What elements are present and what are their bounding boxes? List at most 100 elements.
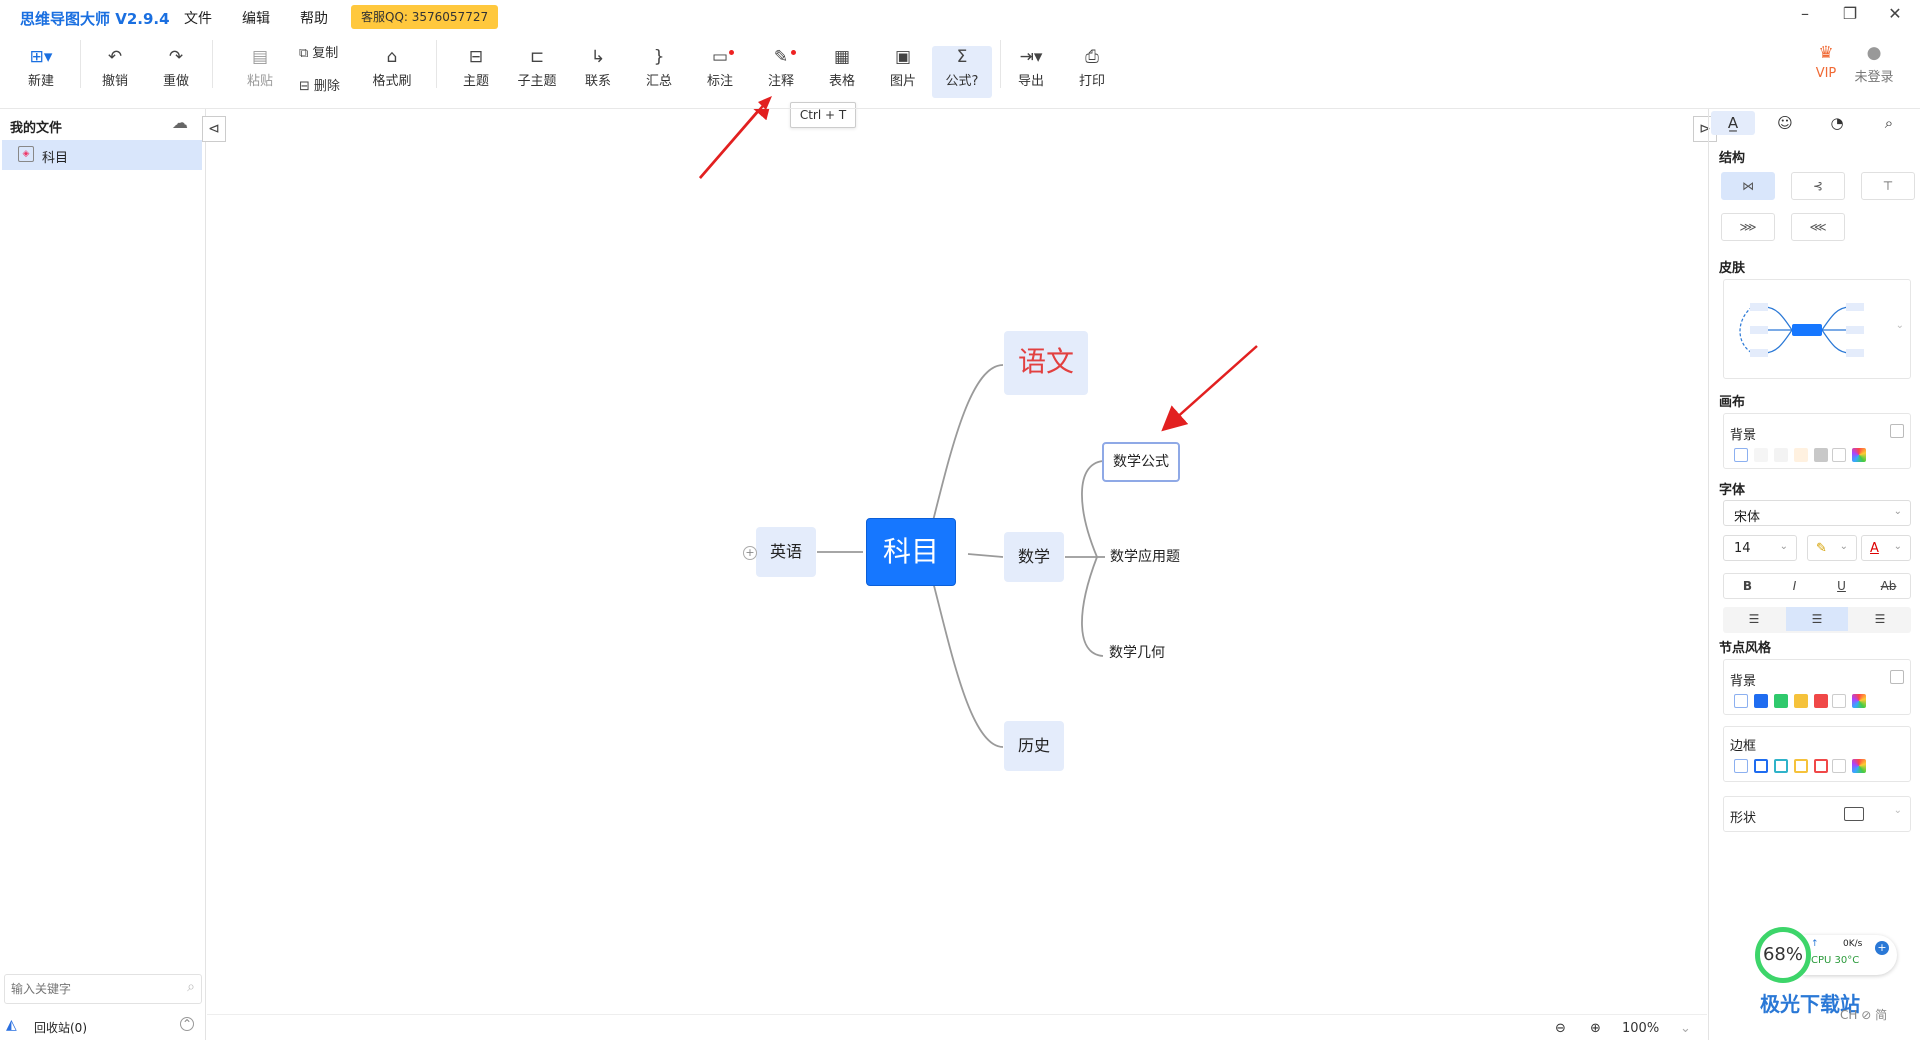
canvas-color-4[interactable]: [1814, 448, 1828, 462]
no-color-swatch[interactable]: [1832, 759, 1846, 773]
font-family-select[interactable]: 宋体 ⌄: [1723, 500, 1911, 526]
border-color-yellow[interactable]: [1794, 759, 1808, 773]
new-icon: ⊞▾: [29, 47, 53, 67]
node-branch-1[interactable]: 语文: [1004, 331, 1088, 395]
search-icon[interactable]: ⌕: [1867, 111, 1911, 135]
format-brush-button[interactable]: ⌂ 格式刷: [364, 46, 420, 98]
undo-button[interactable]: ↶ 撤销: [87, 46, 143, 98]
align-left-icon[interactable]: ☰: [1723, 607, 1785, 631]
new-button[interactable]: ⊞▾ 新建: [13, 46, 69, 98]
summary-button[interactable]: } 汇总: [631, 46, 687, 98]
copy-button[interactable]: ⧉ 复制: [299, 42, 338, 62]
highlight-color-select[interactable]: ✎ ⌄: [1807, 535, 1857, 561]
image-button[interactable]: ▣ 图片: [875, 46, 931, 98]
menu-edit[interactable]: 编辑: [242, 8, 270, 28]
font-size-select[interactable]: 14 ⌄: [1723, 535, 1797, 561]
canvas-color-3[interactable]: [1794, 448, 1808, 462]
node-color-blue[interactable]: [1754, 694, 1768, 708]
table-button[interactable]: ▦ 表格: [814, 46, 870, 98]
plus-icon[interactable]: +: [1875, 941, 1889, 955]
trash-item[interactable]: ◭ 回收站(0) ⌃: [6, 1014, 202, 1040]
delete-button[interactable]: ⊟ 删除: [299, 75, 340, 95]
node-sub-2[interactable]: 数学应用题: [1105, 545, 1185, 569]
emoji-icon[interactable]: ☺: [1763, 111, 1807, 135]
expand-up-icon[interactable]: ⌃: [180, 1017, 194, 1031]
node-branch-3[interactable]: 数学: [1004, 532, 1064, 582]
relation-button[interactable]: ↳ 联系: [570, 46, 626, 98]
canvas-background-checkbox[interactable]: [1890, 424, 1904, 438]
custom-color-swatch[interactable]: [1734, 759, 1748, 773]
minimize-icon[interactable]: –: [1793, 4, 1817, 26]
structure-fishbone-left-icon[interactable]: ⋘: [1791, 213, 1845, 241]
node-color-yellow[interactable]: [1794, 694, 1808, 708]
font-color-select[interactable]: A ⌄: [1861, 535, 1911, 561]
cpu-monitor-widget[interactable]: ↑ 0K/s CPU 30°C + 68%: [1755, 927, 1905, 985]
paste-button[interactable]: ▤ 粘贴: [232, 46, 288, 98]
print-button[interactable]: ⎙ 打印: [1064, 46, 1120, 98]
topic-button[interactable]: ⊟ 主题: [448, 46, 504, 98]
no-color-swatch[interactable]: [1832, 694, 1846, 708]
node-color-green[interactable]: [1774, 694, 1788, 708]
border-color-blue[interactable]: [1754, 759, 1768, 773]
structure-mindmap-icon[interactable]: ⋈: [1721, 172, 1775, 200]
zoom-out-icon[interactable]: ⊖: [1555, 1021, 1566, 1036]
align-right-icon[interactable]: ☰: [1849, 607, 1911, 631]
export-button[interactable]: ⇥▾ 导出: [1003, 46, 1059, 98]
restore-icon[interactable]: ❐: [1838, 4, 1862, 26]
custom-color-swatch[interactable]: [1734, 448, 1748, 462]
skin-preview[interactable]: ⌄: [1723, 279, 1911, 379]
note-button[interactable]: ✎ 注释: [753, 46, 809, 98]
cloud-sync-icon[interactable]: ☁: [172, 113, 188, 132]
redo-button[interactable]: ↷ 重做: [148, 46, 204, 98]
menu-help[interactable]: 帮助: [300, 8, 328, 28]
zoom-dropdown-icon[interactable]: ⌄: [1680, 1021, 1691, 1036]
canvas-color-1[interactable]: [1754, 448, 1768, 462]
structure-fishbone-right-icon[interactable]: ⋙: [1721, 213, 1775, 241]
node-branch-4[interactable]: 历史: [1004, 721, 1064, 771]
ime-indicator: CH ⊘ 简: [1840, 1008, 1888, 1022]
zoom-in-icon[interactable]: ⊕: [1590, 1021, 1601, 1036]
login-button[interactable]: ● 未登录: [1846, 42, 1902, 94]
file-item[interactable]: ◈ 科目: [2, 140, 202, 170]
style-icon[interactable]: A̲: [1711, 111, 1755, 135]
node-color-red[interactable]: [1814, 694, 1828, 708]
node-root[interactable]: 科目: [866, 518, 956, 586]
file-search[interactable]: ⌕: [4, 974, 202, 1004]
color-picker-icon[interactable]: [1852, 448, 1866, 462]
status-bar: ⊖ ⊕ 100% ⌄: [207, 1014, 1707, 1040]
color-picker-icon[interactable]: [1852, 759, 1866, 773]
shape-card[interactable]: 形状 ⌄: [1723, 796, 1911, 832]
app-title: 思维导图大师 V2.9.4: [20, 10, 170, 28]
underline-button[interactable]: U: [1818, 574, 1865, 598]
node-branch-2[interactable]: 英语: [756, 527, 816, 577]
formula-button[interactable]: Σ 公式?: [932, 46, 992, 98]
border-color-red[interactable]: [1814, 759, 1828, 773]
close-icon[interactable]: ✕: [1883, 4, 1907, 26]
zoom-level[interactable]: 100%: [1622, 1021, 1659, 1036]
node-background-checkbox[interactable]: [1890, 670, 1904, 684]
expand-plus-icon[interactable]: +: [743, 546, 757, 560]
structure-org-icon[interactable]: ⊤: [1861, 172, 1915, 200]
marker-button[interactable]: ▭ 标注: [692, 46, 748, 98]
custom-color-swatch[interactable]: [1734, 694, 1748, 708]
align-center-icon[interactable]: ☰: [1786, 607, 1848, 631]
mindmap-canvas[interactable]: 语文 英语 + 科目 数学 数学公式 数学应用题 数学几何 历史: [207, 109, 1707, 1014]
node-sub-3[interactable]: 数学几何: [1105, 641, 1169, 665]
search-input[interactable]: [11, 980, 171, 998]
support-qq-badge[interactable]: 客服QQ: 3576057727: [351, 5, 499, 29]
italic-button[interactable]: I: [1771, 574, 1818, 598]
canvas-color-2[interactable]: [1774, 448, 1788, 462]
theme-icon[interactable]: ◔: [1815, 111, 1859, 135]
note-new-dot: [791, 50, 796, 55]
structure-right-icon[interactable]: ⊰: [1791, 172, 1845, 200]
canvas-title: 画布: [1719, 395, 1746, 410]
strikethrough-button[interactable]: Ab: [1865, 574, 1912, 598]
border-color-cyan[interactable]: [1774, 759, 1788, 773]
menu-file[interactable]: 文件: [184, 8, 212, 28]
color-picker-icon[interactable]: [1852, 694, 1866, 708]
no-color-swatch[interactable]: [1832, 448, 1846, 462]
node-sub-1[interactable]: 数学公式: [1102, 442, 1180, 482]
skin-dropdown-icon[interactable]: ⌄: [1896, 320, 1904, 331]
subtopic-button[interactable]: ⊏ 子主题: [509, 46, 565, 98]
bold-button[interactable]: B: [1724, 574, 1771, 598]
